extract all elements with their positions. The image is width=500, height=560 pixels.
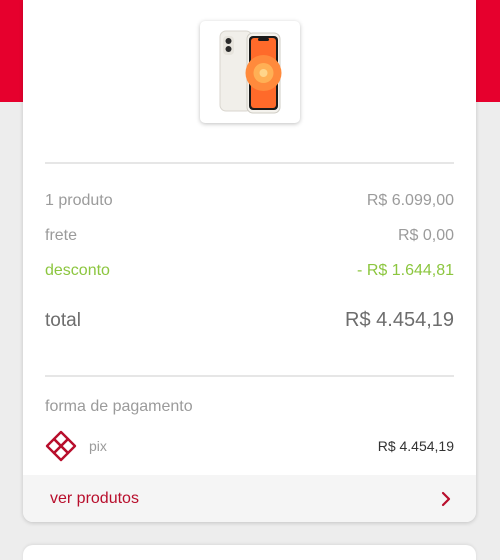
total-label: total bbox=[45, 309, 81, 331]
order-summary-card: 1 produto R$ 6.099,00 frete R$ 0,00 desc… bbox=[23, 0, 476, 522]
summary-row-discount: desconto - R$ 1.644,81 bbox=[45, 262, 454, 280]
next-card bbox=[23, 545, 476, 560]
view-products-button[interactable]: ver produtos bbox=[23, 475, 476, 522]
phone-product-image bbox=[219, 30, 282, 114]
shipping-label: frete bbox=[45, 227, 78, 244]
payment-method-row: pix R$ 4.454,19 bbox=[45, 430, 454, 462]
divider bbox=[45, 375, 454, 377]
discount-value: - R$ 1.644,81 bbox=[357, 262, 454, 279]
summary-row-shipping: frete R$ 0,00 bbox=[45, 227, 454, 245]
divider bbox=[45, 162, 454, 164]
discount-label: desconto bbox=[45, 262, 110, 279]
product-count-label: 1 produto bbox=[45, 192, 113, 209]
product-thumbnail[interactable] bbox=[200, 21, 300, 123]
view-products-label: ver produtos bbox=[50, 489, 139, 507]
shipping-price: R$ 0,00 bbox=[397, 227, 454, 244]
summary-row-products: 1 produto R$ 6.099,00 bbox=[45, 192, 454, 210]
summary-row-total: total R$ 4.454,19 bbox=[45, 309, 454, 332]
chevron-right-icon bbox=[441, 491, 451, 506]
payment-amount: R$ 4.454,19 bbox=[377, 438, 454, 454]
product-price: R$ 6.099,00 bbox=[366, 192, 454, 209]
total-value: R$ 4.454,19 bbox=[345, 309, 454, 331]
payment-method-name: pix bbox=[89, 438, 107, 454]
payment-section-label: forma de pagamento bbox=[45, 398, 193, 415]
pix-icon bbox=[45, 430, 77, 462]
